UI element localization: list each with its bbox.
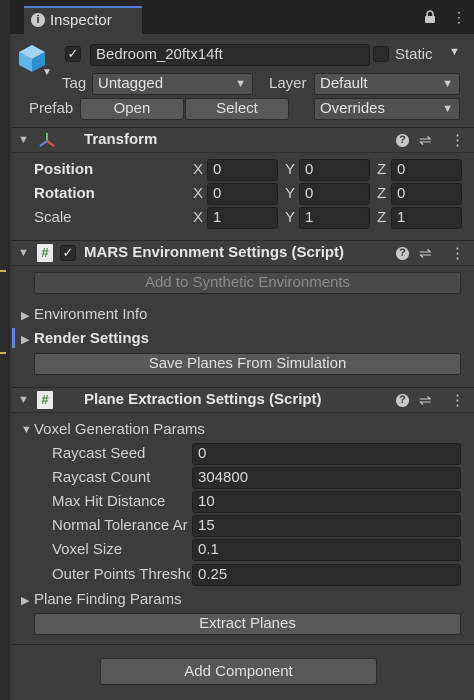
tab-bar: i Inspector ⋮ [10,0,474,34]
layer-label: Layer [269,75,307,92]
chevron-down-icon: ▼ [442,78,453,90]
save-planes-button[interactable]: Save Planes From Simulation [34,353,461,375]
static-checkbox[interactable]: ✓ [373,46,389,62]
foldout-arrow-icon[interactable]: ▶ [21,594,29,607]
active-checkbox[interactable]: ✓ [65,46,81,62]
transform-axes-icon [38,131,56,153]
icon-dropdown-caret-icon[interactable]: ▼ [42,67,52,78]
lock-icon[interactable] [424,10,436,27]
static-label: Static [395,46,433,63]
divider [12,644,474,645]
scale-y-field[interactable]: 1 [299,207,370,229]
outer-points-threshold-label: Outer Points Thresho [52,566,190,583]
axis-x-label[interactable]: X [193,161,203,178]
scale-label: Scale [34,209,72,226]
axis-y-label[interactable]: Y [285,185,295,202]
plane-finding-foldout[interactable]: Plane Finding Params [34,591,182,608]
foldout-arrow-icon[interactable]: ▼ [21,424,32,436]
prefab-open-button[interactable]: Open [80,98,184,120]
presets-icon[interactable]: ⇌ [419,391,432,409]
position-label: Position [34,161,94,178]
layer-dropdown[interactable]: Default ▼ [314,73,460,95]
help-icon[interactable]: ? [396,134,409,147]
chevron-down-icon: ▼ [442,103,453,115]
max-hit-distance-label: Max Hit Distance [52,493,166,510]
selection-indicator [12,328,15,348]
overrides-dropdown[interactable]: Overrides ▼ [314,98,460,120]
inspector-panel: ▼ ✓ Bedroom_20ftx14ft ✓ Static ▼ Tag Unt… [12,34,474,700]
prefab-select-button[interactable]: Select [185,98,289,120]
foldout-arrow-icon[interactable]: ▼ [18,134,29,146]
transform-title: Transform [84,131,158,148]
tag-dropdown[interactable]: Untagged ▼ [92,73,253,95]
mars-settings-header[interactable]: ▼ # ✓ MARS Environment Settings (Script)… [12,240,474,266]
layer-value: Default [320,75,368,92]
presets-icon[interactable]: ⇌ [419,131,432,149]
position-x-field[interactable]: 0 [207,159,278,181]
plane-extraction-header[interactable]: ▼ # Plane Extraction Settings (Script) ?… [12,387,474,413]
outer-points-threshold-field[interactable]: 0.25 [192,564,461,586]
kebab-menu-icon[interactable]: ⋮ [450,391,465,409]
tab-inspector-label: Inspector [50,12,112,29]
extract-planes-button[interactable]: Extract Planes [34,613,461,635]
presets-icon[interactable]: ⇌ [419,244,432,262]
script-icon: # [37,391,53,409]
rotation-x-field[interactable]: 0 [207,183,278,205]
raycast-seed-field[interactable]: 0 [192,443,461,465]
normal-tolerance-field[interactable]: 15 [192,515,461,537]
voxel-size-field[interactable]: 0.1 [192,539,461,561]
tag-value: Untagged [98,75,164,92]
mars-enabled-checkbox[interactable]: ✓ [60,245,76,261]
add-to-synthetic-button[interactable]: Add to Synthetic Environments [34,272,461,294]
info-icon: i [31,13,45,27]
add-component-button[interactable]: Add Component [100,658,377,685]
help-icon[interactable]: ? [396,394,409,407]
rotation-z-field[interactable]: 0 [391,183,462,205]
gizmo-mark [0,352,6,354]
scale-z-field[interactable]: 1 [391,207,462,229]
rotation-y-field[interactable]: 0 [299,183,370,205]
object-name-field[interactable]: Bedroom_20ftx14ft [90,44,370,66]
axis-y-label[interactable]: Y [285,161,295,178]
tag-label: Tag [62,75,87,92]
raycast-seed-label: Raycast Seed [52,445,146,462]
kebab-menu-icon[interactable]: ⋮ [450,244,465,262]
voxel-params-foldout[interactable]: Voxel Generation Params [34,421,205,438]
mars-settings-title: MARS Environment Settings (Script) [84,244,345,261]
chevron-down-icon: ▼ [235,78,246,90]
environment-info-foldout[interactable]: Environment Info [34,306,147,323]
render-settings-foldout[interactable]: Render Settings [34,330,149,347]
gizmo-mark [0,270,6,272]
axis-z-label[interactable]: Z [377,161,386,178]
kebab-menu-icon[interactable]: ⋮ [452,9,466,26]
scene-view-edge [0,0,10,700]
tab-inspector[interactable]: i Inspector [24,6,142,34]
kebab-menu-icon[interactable]: ⋮ [450,131,465,149]
axis-z-label[interactable]: Z [377,209,386,226]
normal-tolerance-label: Normal Tolerance Ar [52,517,188,534]
axis-x-label[interactable]: X [193,185,203,202]
position-y-field[interactable]: 0 [299,159,370,181]
plane-extraction-title: Plane Extraction Settings (Script) [84,391,322,408]
foldout-arrow-icon[interactable]: ▼ [18,394,29,406]
position-z-field[interactable]: 0 [391,159,462,181]
max-hit-distance-field[interactable]: 10 [192,491,461,513]
foldout-arrow-icon[interactable]: ▶ [21,309,29,322]
scale-x-field[interactable]: 1 [207,207,278,229]
foldout-arrow-icon[interactable]: ▶ [21,333,29,346]
static-dropdown-icon[interactable]: ▼ [449,46,460,58]
script-icon: # [37,244,53,262]
transform-header[interactable]: ▼ Transform ? ⇌ ⋮ [12,127,474,153]
axis-y-label[interactable]: Y [285,209,295,226]
foldout-arrow-icon[interactable]: ▼ [18,247,29,259]
rotation-label: Rotation [34,185,95,202]
raycast-count-field[interactable]: 304800 [192,467,461,489]
prefab-label: Prefab [29,100,74,117]
overrides-label: Overrides [320,100,386,117]
help-icon[interactable]: ? [396,247,409,260]
raycast-count-label: Raycast Count [52,469,151,486]
axis-z-label[interactable]: Z [377,185,386,202]
voxel-size-label: Voxel Size [52,541,123,558]
axis-x-label[interactable]: X [193,209,203,226]
